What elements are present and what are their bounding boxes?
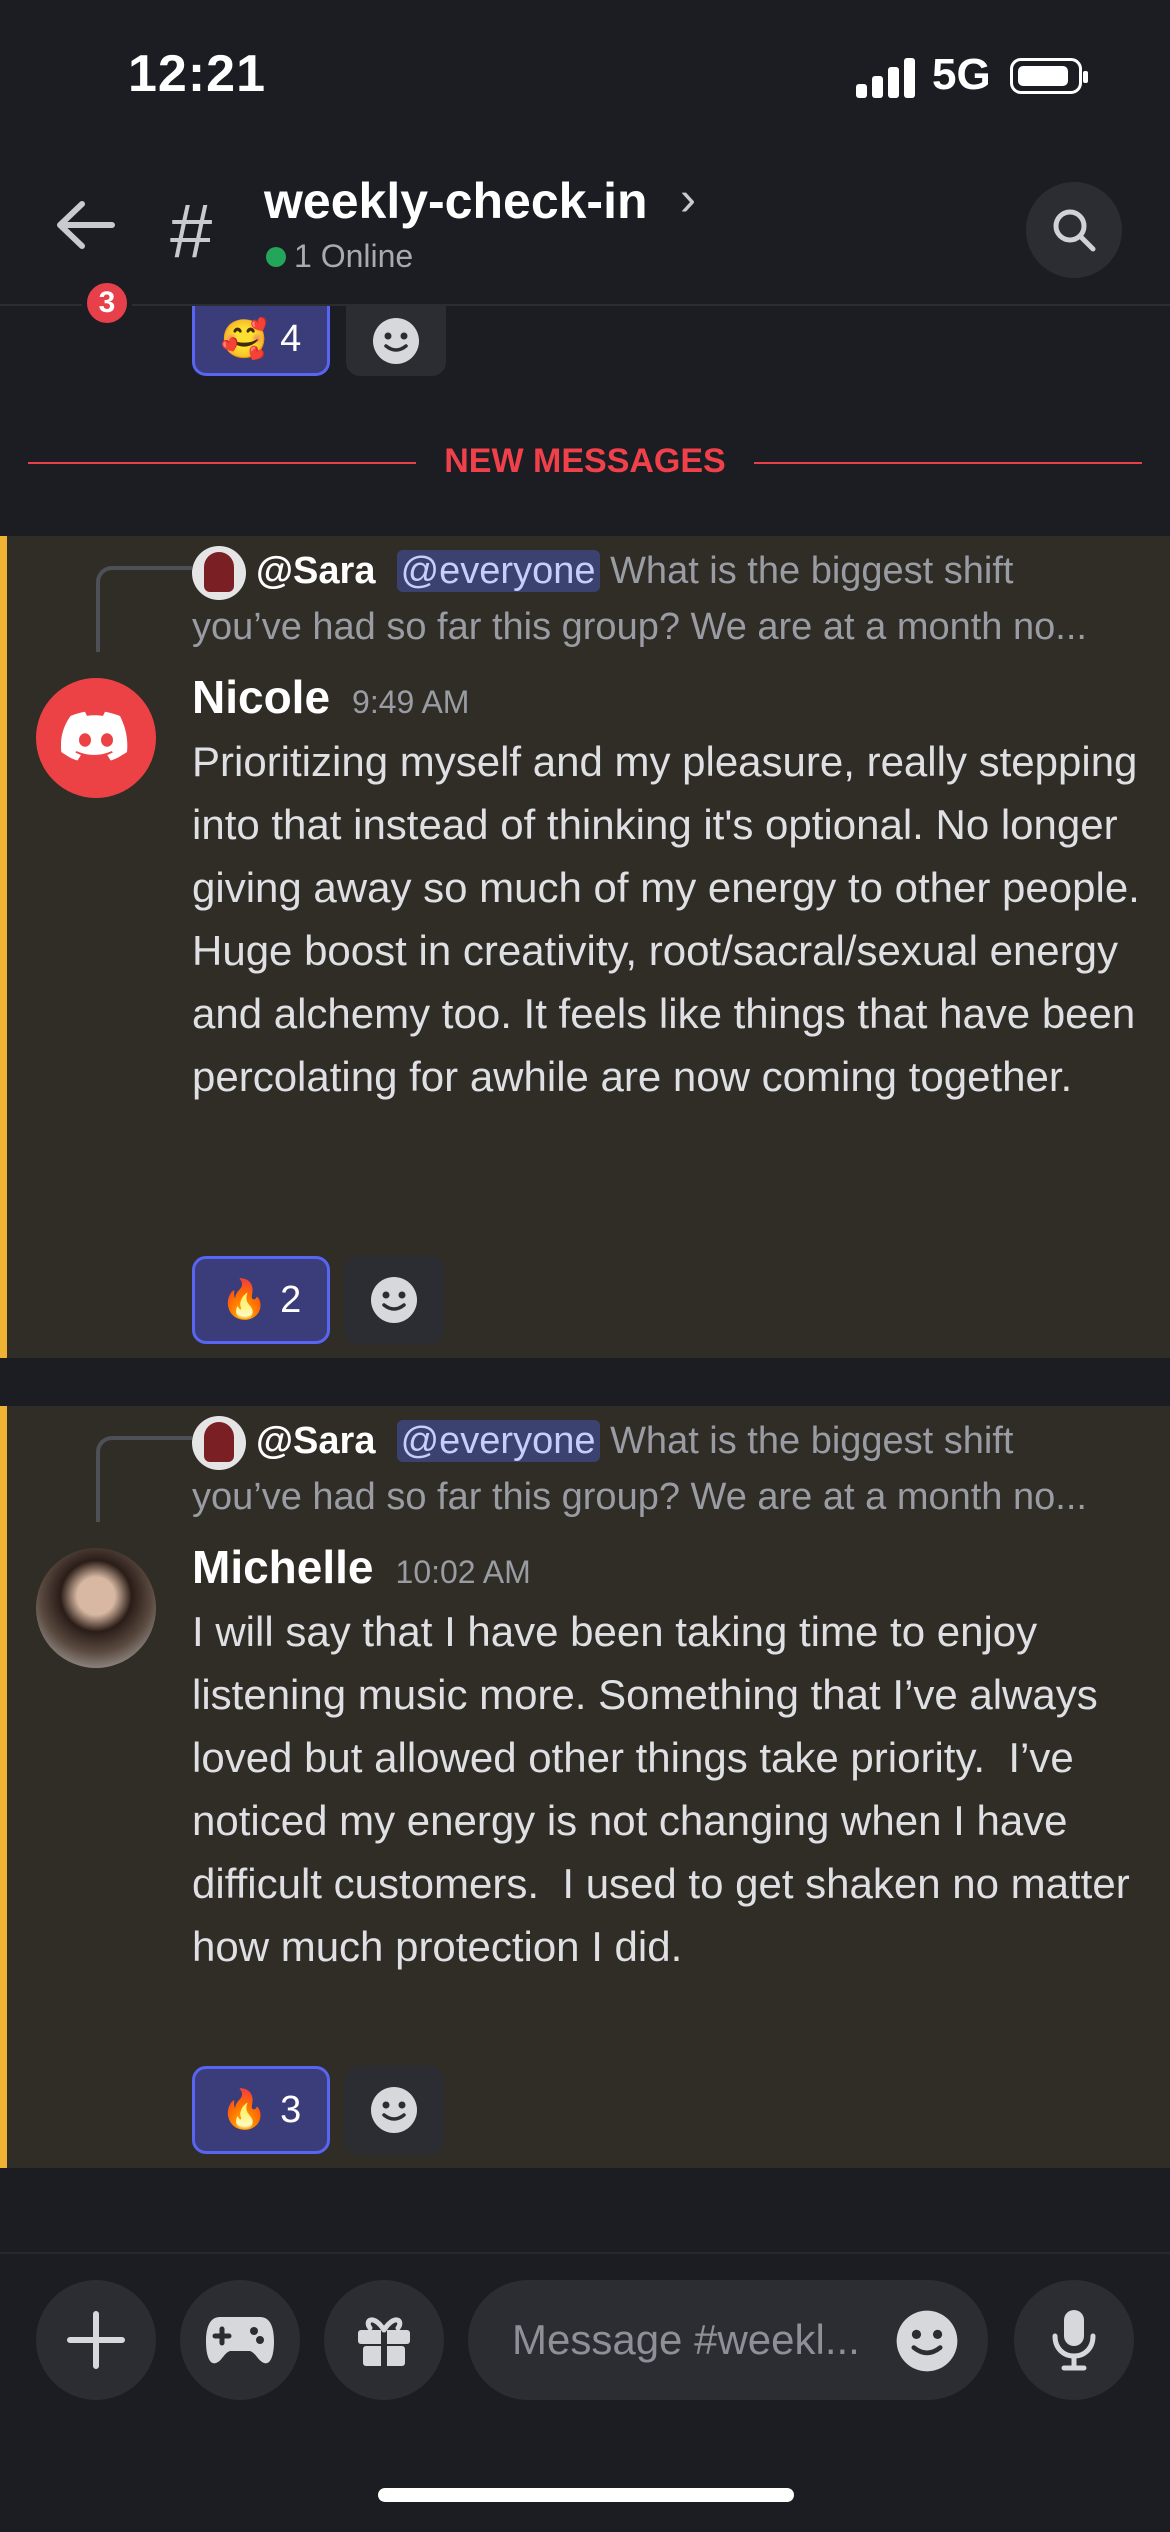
message-text: Prioritizing myself and my pleasure, rea… (192, 738, 1152, 1100)
message-timestamp: 9:49 AM (352, 684, 470, 720)
message-header: Nicole 9:49 AM (192, 670, 469, 724)
everyone-mention: @everyone (396, 550, 600, 592)
online-dot-icon (266, 246, 286, 267)
reaction-emoji: 🔥 (220, 1279, 269, 1321)
discord-logo-icon (61, 711, 128, 761)
back-arrow-icon (57, 201, 115, 249)
activities-button[interactable] (180, 2280, 300, 2400)
emoji-picker-button[interactable] (894, 2308, 960, 2374)
reaction-pill[interactable]: 🥰 4 (192, 306, 330, 376)
reply-avatar (192, 1415, 246, 1470)
reaction-row: 🔥 2 (192, 1256, 492, 1346)
channel-header: 3 # weekly-check-in › 1 Online (0, 150, 1170, 328)
back-button[interactable]: 3 (46, 192, 136, 328)
reply-connector (96, 1436, 192, 1522)
reaction-emoji: 🥰 (220, 318, 269, 361)
online-count: 1 Online (294, 238, 414, 274)
reply-preview[interactable]: @Sara @everyone What is the biggest shif… (192, 1414, 1132, 1524)
add-reaction-button[interactable] (344, 1256, 444, 1344)
smile-icon (371, 2087, 417, 2133)
message-header: Michelle 10:02 AM (192, 1540, 531, 1594)
reaction-emoji: 🔥 (220, 2089, 269, 2131)
author-name[interactable]: Michelle (192, 1540, 374, 1594)
signal-icon (856, 58, 918, 98)
reply-username: @Sara (256, 1420, 376, 1462)
network-label: 5G (932, 50, 991, 99)
reply-preview[interactable]: @Sara @everyone What is the biggest shif… (192, 544, 1132, 654)
reaction-count: 3 (280, 2088, 302, 2131)
voice-message-button[interactable] (1014, 2280, 1134, 2400)
reaction-row: 🔥 3 (192, 2066, 492, 2156)
status-time: 12:21 (128, 45, 266, 103)
author-name[interactable]: Nicole (192, 670, 330, 724)
avatar[interactable] (36, 1548, 156, 1668)
add-reaction-button[interactable] (344, 2066, 444, 2154)
add-reaction-button[interactable] (346, 306, 446, 376)
chevron-right-icon[interactable]: › (680, 172, 696, 227)
highlight-accent-bar (0, 536, 7, 1358)
add-attachment-button[interactable] (36, 2280, 156, 2400)
reaction-count: 4 (280, 318, 302, 360)
everyone-mention: @everyone (396, 1420, 600, 1462)
unread-badge: 3 (82, 278, 132, 328)
smile-icon (896, 2310, 958, 2372)
gift-icon (358, 2317, 410, 2366)
reply-avatar (192, 545, 246, 600)
home-indicator[interactable] (378, 2488, 794, 2502)
status-bar: 12:21 5G (0, 0, 1170, 150)
microphone-icon (1052, 2310, 1096, 2371)
reaction-pill[interactable]: 🔥 2 (192, 1256, 330, 1344)
reaction-count: 2 (280, 1278, 302, 1321)
new-messages-label: NEW MESSAGES (416, 442, 754, 480)
battery-icon (1010, 58, 1088, 94)
message-timestamp: 10:02 AM (395, 1554, 531, 1590)
message-item[interactable]: @Sara @everyone What is the biggest shif… (0, 536, 1170, 1358)
message-text: I will say that I have been taking time … (192, 1608, 1142, 1970)
avatar[interactable] (36, 678, 156, 798)
reply-connector (96, 566, 192, 652)
reaction-pill[interactable]: 🔥 3 (192, 2066, 330, 2154)
search-button[interactable] (1026, 182, 1122, 278)
highlight-accent-bar (0, 1406, 7, 2168)
new-messages-divider: NEW MESSAGES (28, 440, 1142, 484)
smile-icon (373, 318, 419, 364)
gift-button[interactable] (324, 2280, 444, 2400)
plus-icon (67, 2311, 125, 2369)
channel-title[interactable]: weekly-check-in (264, 172, 648, 230)
online-status: 1 Online (266, 238, 413, 275)
reply-username: @Sara (256, 550, 376, 592)
channel-hash-icon: # (170, 189, 213, 274)
smile-icon (371, 1277, 417, 1323)
search-icon (1053, 209, 1096, 252)
gamepad-icon (206, 2317, 274, 2364)
message-item[interactable]: @Sara @everyone What is the biggest shif… (0, 1406, 1170, 2168)
